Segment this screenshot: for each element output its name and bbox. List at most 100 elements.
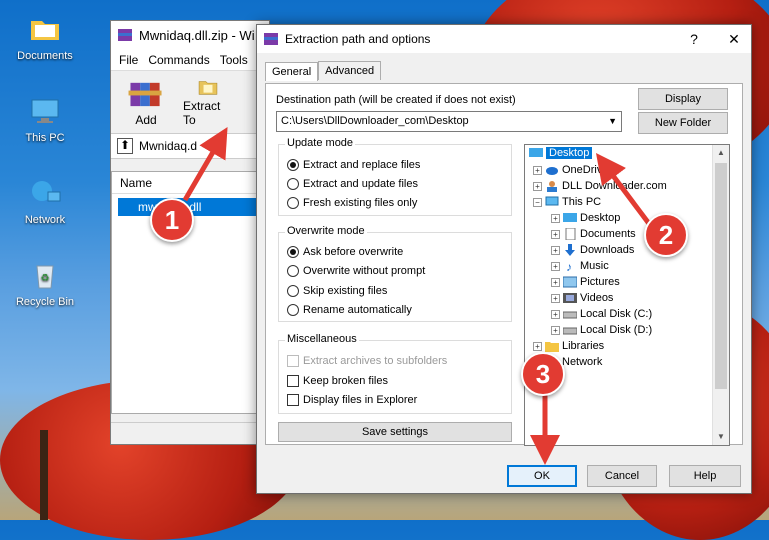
add-button[interactable]: Add [121, 77, 171, 127]
scroll-up-icon[interactable]: ▲ [713, 145, 729, 161]
recycle-bin-icon: ♻ [36, 265, 54, 289]
tree-node-pc-desktop[interactable]: + Desktop [551, 212, 620, 224]
option-label: Extract archives to subfolders [303, 355, 448, 367]
expand-icon[interactable]: + [533, 181, 542, 191]
help-button[interactable]: Help [669, 465, 741, 487]
drive-icon [563, 311, 577, 319]
ok-button[interactable]: OK [507, 465, 577, 487]
tree-node-desktop[interactable]: Desktop [529, 147, 593, 159]
expand-icon[interactable]: + [551, 229, 560, 239]
help-icon[interactable]: ? [677, 31, 711, 47]
option-label: Display files in Explorer [303, 394, 418, 406]
option-keep-broken[interactable]: Keep broken files [287, 375, 388, 387]
close-icon[interactable]: ✕ [717, 31, 751, 48]
chevron-down-icon[interactable]: ▼ [608, 112, 617, 131]
radio-button[interactable] [287, 197, 299, 209]
expand-icon[interactable]: + [551, 325, 560, 335]
tree-label: Pictures [580, 276, 620, 288]
desktop-icon-documents[interactable]: Documents [5, 12, 85, 62]
destination-path-combo[interactable]: C:\Users\DllDownloader_com\Desktop ▼ [276, 111, 622, 132]
expand-icon[interactable]: + [551, 309, 560, 319]
radio-button[interactable] [287, 246, 299, 258]
tree-node-this-pc[interactable]: − This PC [533, 196, 601, 208]
option-label: Fresh existing files only [303, 197, 418, 209]
tree-node-onedrive[interactable]: + OneDrive [533, 164, 608, 176]
display-button[interactable]: Display [638, 88, 728, 110]
option-label: Keep broken files [303, 375, 388, 387]
tree-node-downloads[interactable]: + Downloads [551, 244, 634, 256]
up-folder-icon[interactable]: ⬆ [117, 138, 133, 154]
option-extract-replace[interactable]: Extract and replace files [287, 159, 420, 171]
column-header-name[interactable]: Name [112, 172, 268, 194]
expand-icon[interactable]: + [551, 293, 560, 303]
radio-button[interactable] [287, 265, 299, 277]
svg-text:♻: ♻ [41, 273, 50, 284]
folder-tree[interactable]: Desktop + OneDrive + DLL Downloader.com … [524, 144, 730, 446]
winrar-title-bar: Mwnidaq.dll.zip - Wi [111, 21, 269, 49]
tree-trunk [40, 430, 48, 520]
expand-icon[interactable]: + [551, 213, 560, 223]
dialog-title: Extraction path and options [285, 32, 431, 46]
tab-general[interactable]: General [265, 62, 319, 81]
option-label: Extract and replace files [303, 159, 421, 171]
folder-icon [31, 21, 59, 40]
tree-node-local-disk-d[interactable]: + Local Disk (D:) [551, 324, 652, 336]
option-fresh-existing[interactable]: Fresh existing files only [287, 197, 417, 209]
checkbox [287, 355, 299, 367]
expand-icon[interactable]: + [533, 341, 542, 351]
radio-button[interactable] [287, 159, 299, 171]
desktop-icon-recycle-bin[interactable]: ♻ Recycle Bin [5, 258, 85, 308]
checkbox[interactable] [287, 375, 299, 387]
option-rename-auto[interactable]: Rename automatically [287, 304, 412, 316]
annotation-badge-2: 2 [644, 213, 688, 257]
overwrite-mode-title: Overwrite mode [285, 225, 367, 237]
tree-label: Videos [580, 292, 614, 304]
tree-node-libraries[interactable]: + Libraries [533, 340, 604, 352]
cancel-button[interactable]: Cancel [587, 465, 657, 487]
radio-button[interactable] [287, 285, 299, 297]
expand-icon[interactable]: + [551, 277, 560, 287]
tree-node-pictures[interactable]: + Pictures [551, 276, 620, 288]
tree-label: Music [580, 260, 609, 272]
option-label: Skip existing files [303, 285, 388, 297]
collapse-icon[interactable]: − [533, 197, 542, 207]
tab-advanced[interactable]: Advanced [318, 61, 382, 80]
option-skip-existing[interactable]: Skip existing files [287, 285, 387, 297]
menu-file[interactable]: File [119, 53, 138, 67]
tree-node-dll-downloader[interactable]: + DLL Downloader.com [533, 180, 667, 192]
expand-icon[interactable]: + [551, 245, 560, 255]
desktop-icon-network[interactable]: Network [5, 176, 85, 226]
tree-node-documents[interactable]: + Documents [551, 228, 636, 240]
expand-icon[interactable]: + [551, 261, 560, 271]
tree-scrollbar[interactable]: ▲ ▼ [712, 145, 729, 445]
tree-node-videos[interactable]: + Videos [551, 292, 613, 304]
option-overwrite-without[interactable]: Overwrite without prompt [287, 265, 425, 277]
option-display-explorer[interactable]: Display files in Explorer [287, 394, 417, 406]
destination-label: Destination path (will be created if doe… [276, 94, 516, 106]
download-arrow-icon [565, 244, 575, 256]
add-label: Add [135, 113, 157, 127]
computer-icon [545, 196, 559, 206]
tree-node-local-disk-c[interactable]: + Local Disk (C:) [551, 308, 652, 320]
tree-label: This PC [562, 196, 602, 208]
menu-commands[interactable]: Commands [148, 53, 209, 67]
extract-to-label: Extract To [183, 99, 221, 127]
option-label: Extract and update files [303, 178, 418, 190]
desktop-icon-this-pc[interactable]: This PC [5, 94, 85, 144]
scroll-thumb[interactable] [715, 163, 727, 389]
option-ask-before[interactable]: Ask before overwrite [287, 246, 403, 258]
save-settings-button[interactable]: Save settings [278, 422, 512, 442]
winrar-toolbar: Add Extract To [111, 71, 269, 133]
scroll-down-icon[interactable]: ▼ [713, 429, 729, 445]
library-folder-icon [545, 342, 559, 352]
radio-button[interactable] [287, 178, 299, 190]
menu-tools[interactable]: Tools [220, 53, 248, 67]
extract-to-button[interactable]: Extract To [183, 77, 233, 127]
option-extract-update[interactable]: Extract and update files [287, 178, 418, 190]
update-mode-group: Update mode Extract and replace files Ex… [278, 137, 512, 216]
tree-node-music[interactable]: + ♪ Music [551, 260, 609, 272]
checkbox[interactable] [287, 394, 299, 406]
radio-button[interactable] [287, 304, 299, 316]
new-folder-button[interactable]: New Folder [638, 112, 728, 134]
expand-icon[interactable]: + [533, 165, 542, 175]
